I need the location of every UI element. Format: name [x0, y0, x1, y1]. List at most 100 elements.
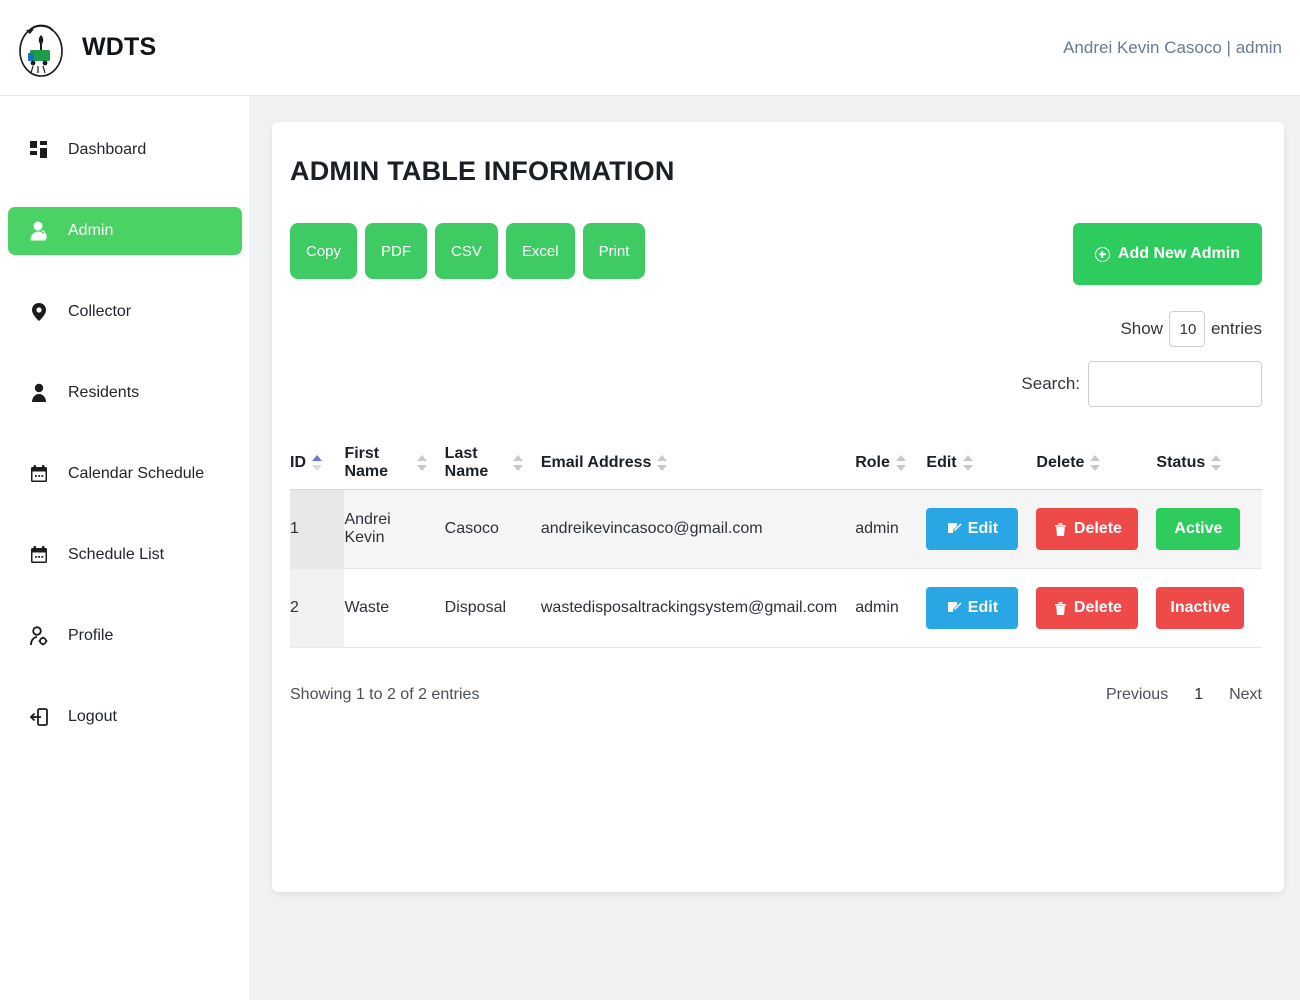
sidebar-nav: Dashboard Admin Collector Residents Cale…: [0, 96, 251, 1000]
column-header-status[interactable]: Status: [1156, 437, 1262, 490]
main-content-area: ADMIN TABLE INFORMATION Copy PDF CSV Exc…: [251, 96, 1300, 1000]
excel-button[interactable]: Excel: [505, 223, 575, 279]
table-search-row: Search:: [290, 361, 1262, 407]
status-badge[interactable]: Active: [1156, 508, 1241, 550]
edit-button[interactable]: Edit: [926, 587, 1019, 629]
cell-role: admin: [855, 568, 927, 648]
trash-icon: [1053, 601, 1068, 616]
edit-label: Edit: [967, 520, 999, 537]
sidebar-item-label: Profile: [68, 627, 114, 644]
column-label: First Name: [344, 445, 389, 480]
column-header-last-name[interactable]: Last Name: [444, 437, 541, 490]
sidebar-item-label: Logout: [68, 708, 117, 725]
cell-first-name: Andrei Kevin: [344, 489, 445, 569]
logout-icon: [28, 706, 50, 728]
search-label: Search:: [1021, 374, 1080, 393]
dashboard-grid-icon: [28, 139, 50, 161]
table-body: 1 Andrei Kevin Casoco andreikevincasoco@…: [290, 489, 1262, 648]
add-new-admin-label: Add New Admin: [1117, 245, 1240, 262]
edit-pencil-icon: [947, 601, 962, 616]
pagination-page-1[interactable]: 1: [1194, 686, 1203, 704]
column-label: Role: [855, 454, 890, 471]
csv-button[interactable]: CSV: [435, 223, 498, 279]
sidebar-item-profile[interactable]: Profile: [8, 612, 242, 660]
cell-id: 2: [290, 568, 345, 648]
show-label: Show: [1120, 319, 1163, 338]
cell-email: andreikevincasoco@gmail.com: [540, 489, 856, 569]
sort-arrows-icon: [416, 453, 427, 473]
edit-pencil-icon: [947, 522, 962, 537]
sidebar-item-schedule-list[interactable]: Schedule List: [8, 531, 242, 579]
table-info-label: Showing 1 to 2 of 2 entries: [290, 686, 480, 703]
edit-button[interactable]: Edit: [926, 508, 1019, 550]
status-badge[interactable]: Inactive: [1156, 587, 1244, 629]
table-footer: Showing 1 to 2 of 2 entries Previous 1 N…: [290, 686, 1262, 704]
top-header-bar: WDTS Andrei Kevin Casoco | admin: [0, 0, 1300, 96]
cell-last-name: Casoco: [444, 489, 541, 569]
table-tools-row: Copy PDF CSV Excel Print Add New Admin: [290, 223, 1262, 285]
column-label: Delete: [1036, 454, 1085, 471]
entries-per-page-select[interactable]: 10: [1168, 311, 1205, 347]
add-new-admin-button[interactable]: Add New Admin: [1072, 223, 1262, 285]
sidebar-item-collector[interactable]: Collector: [8, 288, 242, 336]
delete-button[interactable]: Delete: [1036, 508, 1139, 550]
cell-role: admin: [855, 489, 927, 569]
cell-status: Active: [1156, 489, 1262, 569]
location-pin-icon: [28, 301, 50, 323]
sidebar-item-label: Calendar Schedule: [68, 465, 205, 482]
table-row: 2 Waste Disposal wastedisposaltrackingsy…: [290, 568, 1262, 648]
sidebar-item-logout[interactable]: Logout: [8, 693, 242, 741]
sort-arrows-icon: [895, 453, 906, 473]
brand-logo-area[interactable]: WDTS: [0, 15, 156, 81]
pagination-next[interactable]: Next: [1229, 686, 1262, 704]
search-input[interactable]: [1088, 361, 1262, 407]
column-header-role[interactable]: Role: [855, 437, 927, 490]
cell-id: 1: [290, 489, 345, 569]
sidebar-item-residents[interactable]: Residents: [8, 369, 242, 417]
sort-arrows-icon: [1211, 453, 1222, 473]
copy-button[interactable]: Copy: [290, 223, 358, 279]
pdf-button[interactable]: PDF: [365, 223, 428, 279]
recycling-truck-logo-icon: [14, 15, 68, 81]
sort-arrows-icon: [657, 453, 668, 473]
cell-email: wastedisposaltrackingsystem@gmail.com: [540, 568, 856, 648]
plus-circle-icon: [1094, 246, 1110, 262]
admin-data-table: ID First Name Last Name Email Address Ro…: [290, 437, 1262, 648]
page-title: ADMIN TABLE INFORMATION: [290, 156, 675, 186]
cell-delete: Delete: [1036, 568, 1157, 648]
delete-label: Delete: [1073, 520, 1122, 537]
cell-edit: Edit: [926, 568, 1037, 648]
column-header-id[interactable]: ID: [290, 437, 345, 490]
calendar-icon: [28, 463, 50, 485]
column-label: Email Address: [540, 454, 652, 471]
column-header-edit[interactable]: Edit: [926, 437, 1037, 490]
column-label: Status: [1156, 454, 1206, 471]
delete-button[interactable]: Delete: [1036, 587, 1139, 629]
print-button[interactable]: Print: [582, 223, 646, 279]
sidebar-item-label: Schedule List: [68, 546, 165, 563]
sort-arrows-icon: [1090, 453, 1101, 473]
sidebar-item-label: Collector: [68, 303, 132, 320]
sidebar-item-label: Admin: [68, 222, 114, 239]
sort-arrows-icon: [312, 453, 322, 473]
calendar-icon: [28, 544, 50, 566]
sidebar-item-admin[interactable]: Admin: [8, 207, 242, 255]
column-header-delete[interactable]: Delete: [1036, 437, 1157, 490]
person-icon: [28, 382, 50, 404]
column-label: Edit: [926, 454, 957, 471]
cell-delete: Delete: [1036, 489, 1157, 569]
current-user-label[interactable]: Andrei Kevin Casoco | admin: [1063, 38, 1300, 58]
cell-last-name: Disposal: [444, 568, 541, 648]
sidebar-item-calendar-schedule[interactable]: Calendar Schedule: [8, 450, 242, 498]
sort-arrows-icon: [512, 453, 523, 473]
sidebar-item-dashboard[interactable]: Dashboard: [8, 126, 242, 174]
cell-status: Inactive: [1156, 568, 1262, 648]
column-header-email-address[interactable]: Email Address: [540, 437, 856, 490]
export-buttons-group: Copy PDF CSV Excel Print: [290, 223, 646, 279]
sidebar-item-label: Residents: [68, 384, 140, 401]
profile-gear-icon: [28, 625, 50, 647]
column-header-first-name[interactable]: First Name: [344, 437, 445, 490]
table-header-row: ID First Name Last Name Email Address Ro…: [290, 437, 1262, 490]
cell-first-name: Waste: [344, 568, 445, 648]
pagination-previous[interactable]: Previous: [1106, 686, 1168, 704]
